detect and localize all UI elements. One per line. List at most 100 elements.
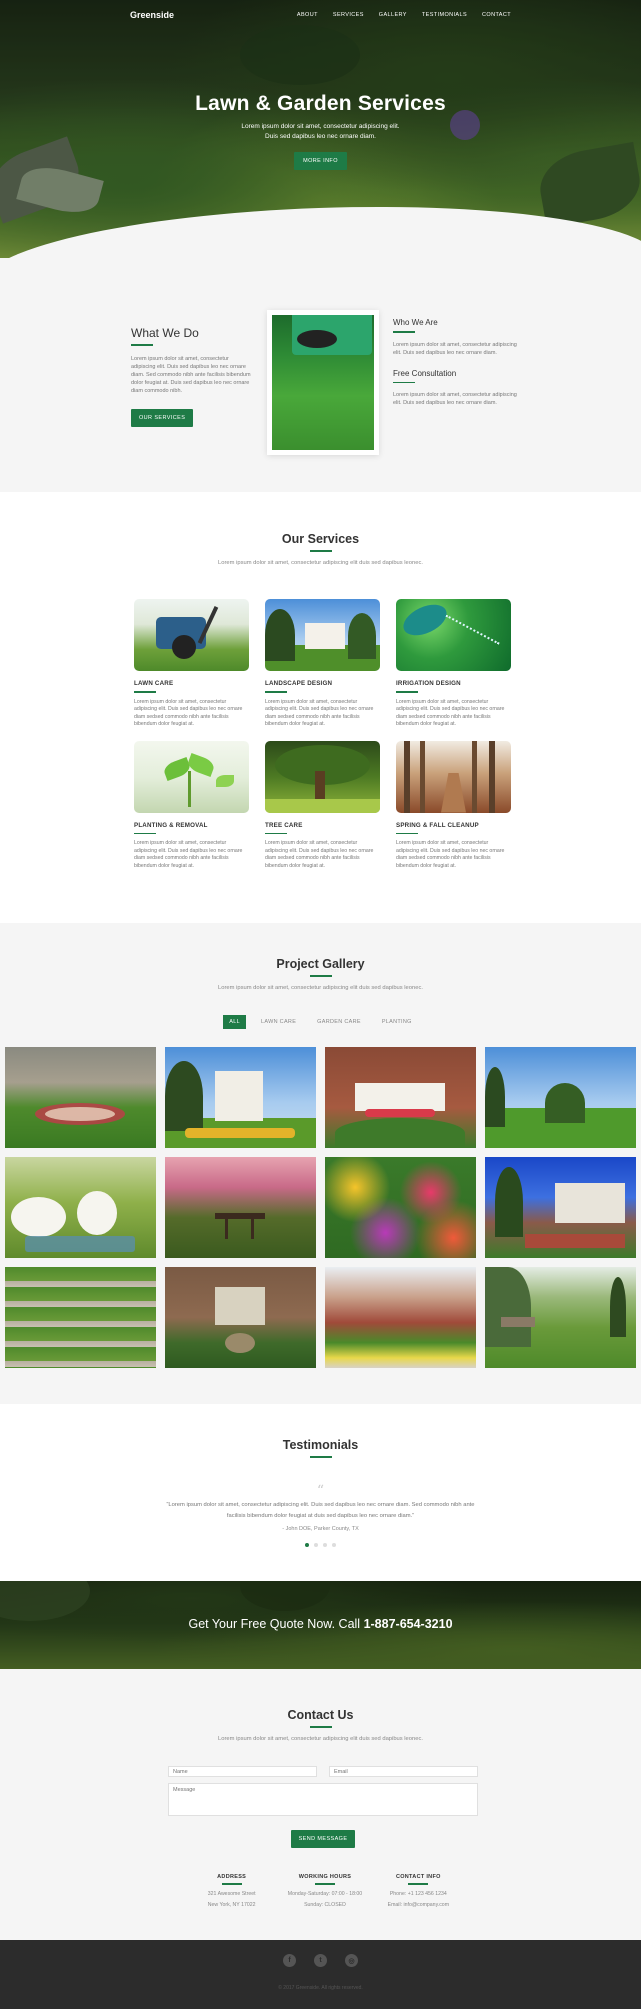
message-field[interactable] — [168, 1783, 478, 1816]
services-grid: LAWN CARE Lorem ipsum dolor sit amet, co… — [134, 599, 511, 870]
gallery-image[interactable] — [165, 1267, 316, 1368]
quote-icon: “ — [316, 1483, 325, 1499]
filter-all[interactable]: ALL — [223, 1015, 246, 1029]
service-card-tree-care[interactable]: TREE CARE Lorem ipsum dolor sit amet, co… — [265, 740, 380, 871]
filter-lawn-care[interactable]: LAWN CARE — [255, 1015, 302, 1029]
filter-planting[interactable]: PLANTING — [376, 1015, 418, 1029]
contact-info-text: Phone: +1 123 456 1234 Email: info@compa… — [372, 1889, 465, 1911]
brand-logo[interactable]: Greenside — [130, 10, 174, 20]
free-consultation-title: Free Consultation — [393, 368, 457, 378]
service-title: IRRIGATION DESIGN — [396, 680, 461, 687]
gallery-image[interactable] — [325, 1157, 476, 1258]
form-row — [168, 1766, 478, 1777]
title-underline — [265, 691, 287, 693]
gallery-image[interactable] — [325, 1267, 476, 1368]
service-title: LANDSCAPE DESIGN — [265, 680, 333, 687]
service-card-planting-removal[interactable]: PLANTING & REMOVAL Lorem ipsum dolor sit… — [134, 740, 249, 871]
contact-info-title: CONTACT INFO — [395, 1874, 441, 1880]
title-underline — [309, 1726, 332, 1728]
email-field[interactable] — [329, 1766, 478, 1777]
title-underline — [134, 691, 156, 693]
filter-garden-care[interactable]: GARDEN CARE — [311, 1015, 367, 1029]
hours-column: WORKING HOURS Monday-Saturday: 07:00 - 1… — [278, 1874, 371, 1911]
gallery-grid — [5, 1047, 636, 1368]
address-text: 321 Awesome Street New York, NY 17022 — [185, 1889, 278, 1911]
gallery-image[interactable] — [5, 1157, 156, 1258]
cta-text: Get Your Free Quote Now. Call 1-887-654-… — [0, 1617, 641, 1631]
footer: f t ◎ © 2017 Greenside. All rights reser… — [0, 1940, 641, 2009]
service-card-irrigation-design[interactable]: IRRIGATION DESIGN Lorem ipsum dolor sit … — [396, 599, 511, 729]
contact-section: Contact Us Lorem ipsum dolor sit amet, c… — [0, 1669, 641, 1940]
send-row: SEND MESSAGE — [168, 1830, 478, 1848]
gallery-image[interactable] — [5, 1267, 156, 1368]
title-underline — [309, 550, 332, 552]
title-underline — [314, 1883, 335, 1885]
slider-dots — [0, 1543, 641, 1547]
service-card-landscape-design[interactable]: LANDSCAPE DESIGN Lorem ipsum dolor sit a… — [265, 599, 380, 729]
nav-item-gallery[interactable]: GALLERY — [379, 12, 407, 18]
facebook-icon[interactable]: f — [283, 1954, 296, 1967]
quote-cta-banner: Get Your Free Quote Now. Call 1-887-654-… — [0, 1581, 641, 1669]
cta-phone[interactable]: 1-887-654-3210 — [364, 1617, 453, 1631]
nav-item-about[interactable]: ABOUT — [297, 12, 318, 18]
twitter-icon[interactable]: t — [314, 1954, 327, 1967]
hours-line: Sunday: CLOSED — [304, 1901, 346, 1908]
hero-title: Lawn & Garden Services — [195, 92, 446, 115]
hero-subtitle-line2: Duis sed dapibus leo nec ornare diam. — [265, 133, 376, 140]
slider-dot[interactable] — [332, 1543, 336, 1547]
slider-dot[interactable] — [305, 1543, 309, 1547]
what-we-do-section: What We Do Lorem ipsum dolor sit amet, c… — [0, 258, 641, 492]
gallery-image[interactable] — [485, 1047, 636, 1148]
tree-care-image — [265, 740, 380, 813]
gallery-image[interactable] — [485, 1157, 636, 1258]
gallery-image[interactable] — [165, 1157, 316, 1258]
gallery-image[interactable] — [165, 1047, 316, 1148]
nav-item-testimonials[interactable]: TESTIMONIALS — [422, 12, 467, 18]
nav-item-services[interactable]: SERVICES — [333, 12, 364, 18]
send-message-button[interactable]: SEND MESSAGE — [290, 1830, 356, 1848]
contact-title: Contact Us — [287, 1708, 354, 1722]
service-text: Lorem ipsum dolor sit amet, consectetur … — [134, 698, 243, 728]
service-title: PLANTING & REMOVAL — [134, 821, 208, 829]
testimonial-author: - John DOE, Parker County, TX — [282, 1526, 359, 1532]
free-consultation-block: Free Consultation Lorem ipsum dolor sit … — [393, 369, 518, 408]
nav-item-contact[interactable]: CONTACT — [482, 12, 511, 18]
slider-dot[interactable] — [323, 1543, 327, 1547]
our-services-button[interactable]: OUR SERVICES — [131, 408, 194, 427]
testimonials-title: Testimonials — [282, 1438, 359, 1452]
more-info-button[interactable]: MORE INFO — [294, 152, 347, 170]
gallery-image[interactable] — [485, 1267, 636, 1368]
lawn-care-image — [134, 599, 249, 671]
address-title: ADDRESS — [217, 1874, 247, 1880]
contact-info-column: CONTACT INFO Phone: +1 123 456 1234 Emai… — [372, 1874, 465, 1911]
testimonials-section: Testimonials “ “Lorem ipsum dolor sit am… — [0, 1404, 641, 1581]
services-header: Our Services Lorem ipsum dolor sit amet,… — [0, 532, 641, 566]
contact-info: ADDRESS 321 Awesome Street New York, NY … — [185, 1874, 465, 1911]
gallery-filters: ALL LAWN CARE GARDEN CARE PLANTING — [0, 1015, 641, 1029]
email-line[interactable]: Email: info@company.com — [388, 1902, 449, 1908]
irrigation-design-image — [396, 599, 511, 671]
hero-subtitle-line1: Lorem ipsum dolor sit amet, consectetur … — [241, 123, 400, 130]
hours-line: Monday-Saturday: 07:00 - 18:00 — [287, 1890, 363, 1897]
slider-dot[interactable] — [314, 1543, 318, 1547]
gallery-image[interactable] — [5, 1047, 156, 1148]
services-subtitle: Lorem ipsum dolor sit amet, consectetur … — [218, 559, 423, 566]
contact-form: SEND MESSAGE — [168, 1766, 478, 1848]
instagram-icon[interactable]: ◎ — [345, 1954, 358, 1967]
services-section: Our Services Lorem ipsum dolor sit amet,… — [0, 492, 641, 923]
service-card-spring-fall-cleanup[interactable]: SPRING & FALL CLEANUP Lorem ipsum dolor … — [396, 740, 511, 871]
nav-menu: ABOUT SERVICES GALLERY TESTIMONIALS CONT… — [297, 12, 511, 18]
gallery-image[interactable] — [325, 1047, 476, 1148]
who-we-are-block: Who We Are Lorem ipsum dolor sit amet, c… — [393, 318, 518, 357]
service-text: Lorem ipsum dolor sit amet, consectetur … — [396, 698, 505, 728]
service-text: Lorem ipsum dolor sit amet, consectetur … — [265, 698, 374, 728]
who-we-are-title: Who We Are — [393, 318, 438, 327]
contact-header: Contact Us Lorem ipsum dolor sit amet, c… — [0, 1708, 641, 1742]
title-underline — [265, 832, 287, 834]
service-card-lawn-care[interactable]: LAWN CARE Lorem ipsum dolor sit amet, co… — [134, 599, 249, 729]
name-field[interactable] — [168, 1766, 317, 1777]
mower-wheel — [297, 330, 337, 348]
service-text: Lorem ipsum dolor sit amet, consectetur … — [396, 840, 505, 869]
address-line: 321 Awesome Street — [207, 1890, 256, 1897]
top-nav: Greenside ABOUT SERVICES GALLERY TESTIMO… — [0, 0, 641, 30]
